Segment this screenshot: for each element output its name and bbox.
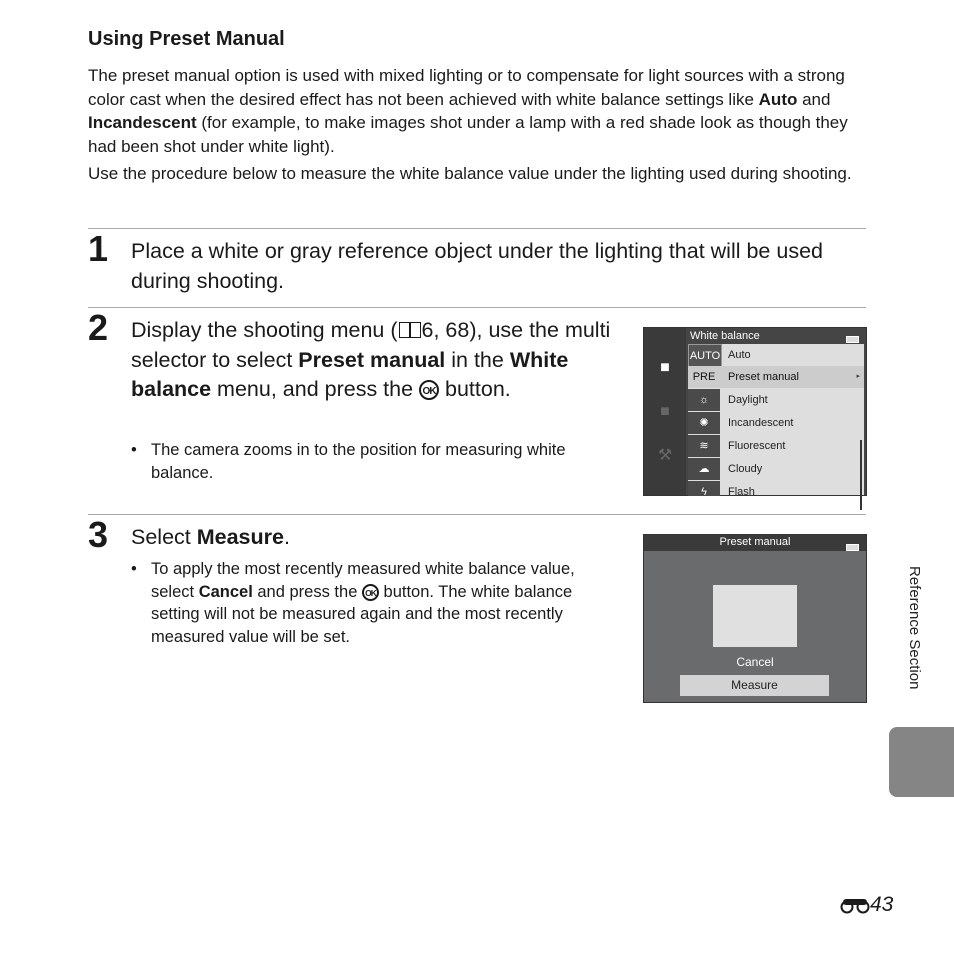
cancel-option[interactable]: Cancel [644, 655, 866, 669]
menu-header: White balance [690, 330, 760, 342]
menu-item-flash[interactable]: ϟ Flash [688, 481, 864, 496]
reference-section-tab[interactable] [889, 727, 954, 797]
menu-item-incandescent[interactable]: ✺ Incandescent [688, 412, 864, 434]
step-3-text: Select Measure. [131, 525, 290, 549]
menu-sidebar: ■ ■ ⚒ [644, 328, 686, 495]
camera-icon: ■ [660, 359, 670, 376]
measure-target-frame [713, 585, 797, 647]
section-title: Using Preset Manual [88, 28, 285, 50]
divider [88, 228, 866, 229]
page-number: 43 [840, 893, 893, 917]
procedure-paragraph: Use the procedure below to measure the w… [88, 164, 852, 183]
menu-item-fluorescent[interactable]: ≋ Fluorescent [688, 435, 864, 457]
menu-item-preset-manual[interactable]: PRE Preset manual ▸ [688, 366, 864, 388]
menu-item-auto[interactable]: AUTO Auto [688, 344, 864, 368]
preset-manual-screen: Preset manual Cancel Measure [643, 534, 867, 703]
reference-binoculars-icon [840, 899, 870, 914]
step-2-number: 2 [88, 307, 109, 348]
bullet-icon: • [131, 560, 137, 578]
battery-icon [846, 544, 859, 551]
measure-option[interactable]: Measure [680, 675, 829, 696]
white-balance-menu-screen: ■ ■ ⚒ White balance AUTO Auto PRE Preset m… [643, 327, 867, 510]
incandescent-icon: ✺ [688, 412, 720, 434]
submenu-arrow-icon: ▸ [856, 373, 860, 380]
divider [88, 514, 866, 515]
auto-wb-icon: AUTO [688, 344, 722, 368]
step-3-number: 3 [88, 514, 109, 555]
step-1-text: Place a white or gray reference object u… [131, 239, 823, 293]
white-balance-list: AUTO Auto PRE Preset manual ▸ ☼ Daylight ✺ In… [688, 344, 864, 510]
cloudy-icon: ☁ [688, 458, 720, 480]
flash-icon: ϟ [688, 481, 720, 496]
bullet-icon: • [131, 441, 137, 459]
menu-item-daylight[interactable]: ☼ Daylight [688, 389, 864, 411]
fluorescent-icon: ≋ [688, 435, 720, 457]
side-tab-label: Reference Section [906, 566, 923, 690]
step-1-number: 1 [88, 228, 109, 269]
daylight-icon: ☼ [688, 389, 720, 411]
movie-camera-icon: ■ [660, 403, 670, 420]
menu-item-cloudy[interactable]: ☁ Cloudy [688, 458, 864, 480]
ok-button-icon: OK [419, 380, 440, 401]
intro-paragraph: The preset manual option is used with mi… [88, 66, 848, 156]
screen-header: Preset manual [719, 536, 791, 548]
divider [88, 307, 866, 308]
preset-wb-icon: PRE [688, 366, 720, 388]
battery-icon [846, 336, 859, 343]
wrench-icon: ⚒ [657, 447, 673, 464]
ok-button-icon: OK [361, 583, 379, 601]
book-reference-icon [398, 322, 421, 338]
step-2-text: Display the shooting menu (6, 68), use t… [131, 318, 611, 401]
incandescent-term: Incandescent [88, 113, 197, 132]
scrollbar[interactable] [860, 440, 862, 510]
auto-term: Auto [758, 89, 798, 109]
